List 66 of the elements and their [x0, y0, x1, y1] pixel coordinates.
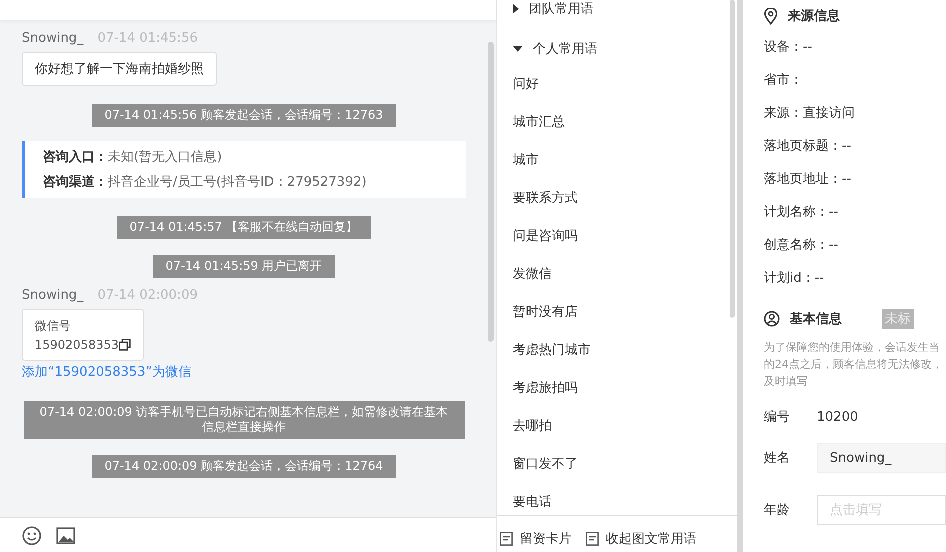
reply-group-label: 团队常用语	[529, 1, 594, 18]
source-info-row-text: 创意名称：--	[764, 237, 840, 255]
section-title: 基本信息	[790, 311, 842, 328]
field-label: 年龄	[764, 502, 791, 519]
scrollbar[interactable]	[737, 0, 743, 552]
quick-reply-item[interactable]: 城市汇总	[513, 104, 730, 142]
footer-button-label: 收起图文常用语	[606, 531, 697, 548]
footer-button[interactable]: 收起图文常用语	[586, 526, 697, 552]
field-label: 编号	[764, 409, 791, 426]
message-bubble: 你好想了解一下海南拍婚纱照	[22, 52, 217, 86]
reply-group-label: 个人常用语	[533, 41, 598, 58]
wechat-number: 15902058353	[35, 338, 119, 352]
quick-reply-item[interactable]: 去哪拍	[513, 408, 730, 446]
quick-reply-item[interactable]: 窗口发不了	[513, 446, 730, 484]
privacy-notice: 为了保障您的使用体验，会话发生当 的24点之后，顾客信息将无法修改， 及时填写	[764, 340, 944, 390]
status-tag: 未标	[882, 309, 914, 329]
footer-button[interactable]: 留资卡片	[500, 526, 572, 552]
scrollbar[interactable]	[730, 0, 735, 318]
quick-reply-item[interactable]: 考虑旅拍吗	[513, 370, 730, 408]
copy-icon[interactable]	[118, 339, 131, 351]
caret-down-icon	[513, 46, 523, 52]
quick-reply-item[interactable]: 问是咨询吗	[513, 218, 730, 256]
caret-right-icon	[513, 4, 519, 14]
entry-label: 咨询渠道：	[43, 174, 108, 191]
location-pin-icon	[764, 8, 778, 24]
quick-reply-item[interactable]: 问好	[513, 66, 730, 104]
quick-reply-item[interactable]: 要电话	[513, 484, 730, 515]
image-icon[interactable]	[56, 526, 76, 546]
name-field[interactable]: Snowing_	[817, 443, 946, 473]
system-notice: 07-14 02:00:09 访客手机号已自动标记右侧基本信息栏，如需修改请在基本信息栏直接操作	[24, 401, 464, 439]
source-info-row-text: 落地页地址：--	[764, 171, 852, 189]
wechat-label: 微信号	[35, 318, 72, 335]
scrollbar[interactable]	[488, 42, 494, 342]
field-label: 姓名	[764, 450, 791, 467]
section-title: 来源信息	[788, 8, 840, 25]
source-info-row-text: 设备：--	[764, 39, 814, 57]
footer-button-label: 留资卡片	[520, 531, 572, 548]
field-value: 10200	[817, 410, 858, 424]
reply-group-header[interactable]: 团队常用语	[513, 0, 730, 18]
quick-reply-item[interactable]: 考虑热门城市	[513, 332, 730, 370]
message-time: 07-14 02:00:09	[98, 288, 198, 303]
quick-reply-item[interactable]: 要联系方式	[513, 180, 730, 218]
document-icon	[500, 532, 513, 546]
source-info-row-text: 来源：直接访问	[764, 105, 856, 123]
emoji-icon[interactable]	[22, 526, 42, 546]
entry-label: 咨询入口：	[43, 148, 108, 166]
message-time: 07-14 01:45:56	[98, 31, 198, 46]
reply-group-header[interactable]: 个人常用语	[513, 40, 730, 58]
source-info-row-text: 计划id：--	[764, 270, 826, 288]
source-info-row-text: 计划名称：--	[764, 204, 840, 222]
entry-value: 抖音企业号/员工号(抖音号ID：279527392)	[108, 174, 367, 191]
add-wechat-link[interactable]: 添加“15902058353”为微信	[22, 363, 466, 381]
sender-name: Snowing_	[22, 31, 84, 46]
system-notice: 07-14 02:00:09 顾客发起会话，会话编号：12764	[92, 455, 396, 478]
system-notice: 07-14 01:45:59 用户已离开	[152, 255, 336, 278]
user-circle-icon	[764, 311, 780, 327]
quick-reply-item[interactable]: 发微信	[513, 256, 730, 294]
source-info-row-text: 落地页标题：--	[764, 138, 852, 156]
sender-name: Snowing_	[22, 288, 84, 303]
source-info-row-text: 省市：	[764, 72, 804, 90]
entry-value: 未知(暂无入口信息)	[108, 149, 222, 166]
document-icon	[586, 532, 599, 546]
system-notice: 07-14 01:45:56 顾客发起会话，会话编号：12763	[92, 104, 396, 127]
quick-reply-item[interactable]: 暂时没有店	[513, 294, 730, 332]
system-notice: 07-14 01:45:57 【客服不在线自动回复】	[116, 216, 372, 239]
quick-reply-item[interactable]: 城市	[513, 142, 730, 180]
